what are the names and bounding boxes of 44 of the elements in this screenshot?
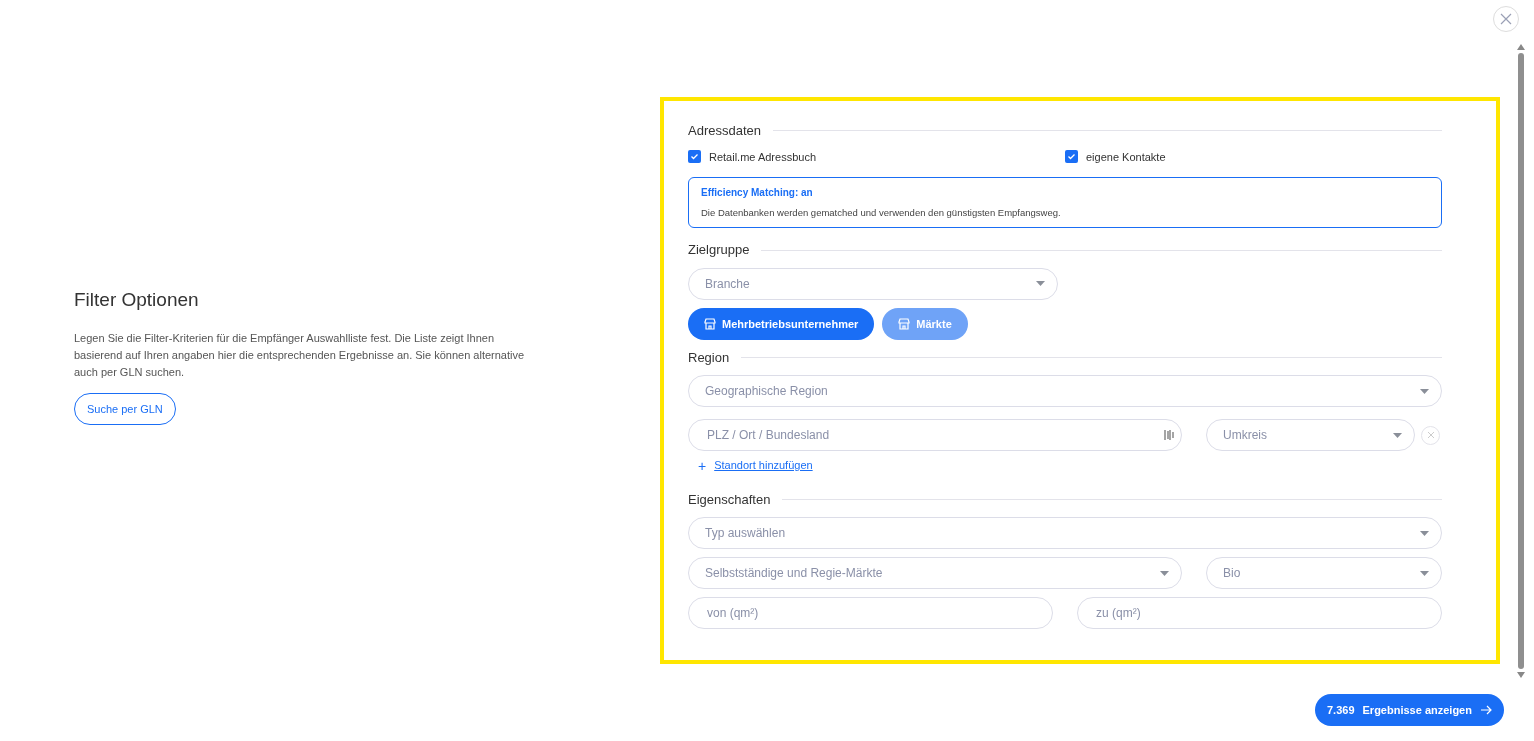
add-location-link[interactable]: Standort hinzufügen	[714, 457, 813, 474]
check-icon	[1067, 152, 1076, 162]
check-icon	[690, 152, 699, 162]
section-heading: Adressdaten	[688, 122, 761, 140]
checkbox[interactable]	[1065, 150, 1078, 164]
caret-icon	[1420, 388, 1429, 394]
notice-text: Die Datenbanken werden gematched und verwenden den günstigsten Empfangsweg.	[701, 206, 1062, 220]
segment-toggle[interactable]: Märkte	[882, 307, 968, 340]
close-icon	[1426, 431, 1435, 440]
checkbox-label: eigene Kontakte	[1086, 149, 1166, 165]
caret-icon	[1160, 570, 1169, 576]
checkbox[interactable]	[688, 150, 701, 164]
scroll-up-icon[interactable]	[1517, 44, 1525, 50]
caret-icon	[1420, 570, 1429, 576]
area-to-field[interactable]: zu (qm²)	[1077, 597, 1442, 630]
scroll-down-icon[interactable]	[1517, 672, 1525, 678]
checkbox-label: Retail.me Adressbuch	[709, 149, 816, 165]
region-select[interactable]: Geographische Region	[688, 375, 1442, 408]
caret-icon	[1393, 432, 1402, 438]
page-title: Filter Optionen	[74, 287, 200, 312]
section-heading: Eigenschaften	[688, 490, 771, 509]
scrollbar-thumb[interactable]	[1518, 53, 1524, 669]
result-count: 7.369	[1327, 702, 1355, 718]
location-field[interactable]: PLZ / Ort / Bundesland	[688, 419, 1182, 452]
arrow-right-icon	[1479, 705, 1492, 715]
label-select[interactable]: Bio	[1206, 557, 1442, 590]
section-heading: Region	[688, 348, 730, 367]
close-icon	[1500, 13, 1512, 25]
store-icon	[704, 317, 716, 330]
type-select[interactable]: Typ auswählen	[688, 517, 1442, 550]
section-heading: Zielgruppe	[688, 241, 750, 260]
area-from-field[interactable]: von (qm²)	[688, 597, 1053, 630]
barcode-icon	[1164, 429, 1174, 442]
caret-icon	[1420, 530, 1429, 536]
show-results-button[interactable]: 7.369 Ergebnisse anzeigen	[1315, 694, 1504, 726]
notice-title: Efficiency Matching: an	[701, 186, 814, 200]
intro-text: Legen Sie die Filter-Kriterien für die Empfänger Auswahlliste fest. Die Liste zeigt Ihnen basierend auf Ihren angaben hier die entsprechenden Ergebnisse an. Sie können alternative auch per GLN suchen.	[74, 331, 526, 381]
store-icon	[898, 317, 911, 330]
branch-select[interactable]: Branche	[688, 267, 1058, 300]
plus-icon: +	[698, 458, 707, 473]
radius-select[interactable]: Umkreis	[1206, 419, 1415, 452]
segment-toggle[interactable]: Mehrbetriebsunternehmer	[688, 307, 875, 340]
caret-icon	[1036, 281, 1045, 287]
market-type-select[interactable]: Selbstständige und Regie-Märkte	[688, 557, 1182, 590]
